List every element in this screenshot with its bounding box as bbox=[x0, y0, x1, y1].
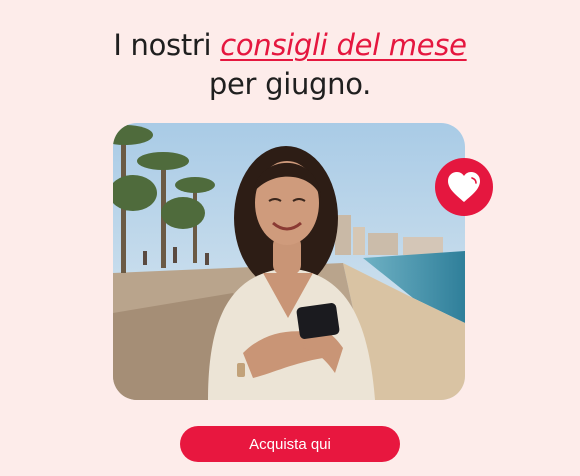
buy-here-button[interactable]: Acquista qui bbox=[180, 426, 400, 462]
page-headline: I nostri consigli del mese per giugno. bbox=[0, 26, 580, 104]
headline-line2: per giugno. bbox=[208, 67, 372, 101]
headline-accent-link[interactable]: consigli del mese bbox=[220, 28, 467, 62]
favorite-heart-badge[interactable] bbox=[435, 158, 493, 216]
hero-photo bbox=[113, 123, 465, 400]
headline-prefix: I nostri bbox=[113, 28, 221, 62]
woman-phone-beach-illustration bbox=[113, 123, 465, 400]
heart-icon bbox=[448, 172, 480, 202]
